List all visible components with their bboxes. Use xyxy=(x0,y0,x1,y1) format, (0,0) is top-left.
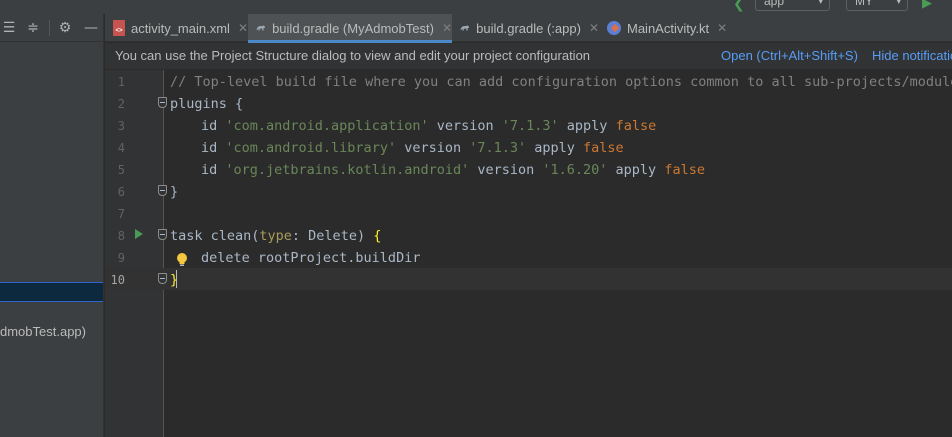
token-apply: apply xyxy=(607,162,665,178)
kotlin-file-icon xyxy=(607,21,621,35)
tree-selected-row[interactable] xyxy=(0,282,103,302)
editor-tabs: <> activity_main.xml ✕ build.gradle (MyA… xyxy=(105,14,952,43)
hide-notification-link[interactable]: Hide notification xyxy=(872,43,952,68)
token-string: 'com.android.library' xyxy=(225,140,397,156)
code-line-5[interactable]: id 'org.jetbrains.kotlin.android' versio… xyxy=(201,159,705,181)
token-string: 'com.android.application' xyxy=(225,118,429,134)
token-id: id xyxy=(201,118,226,134)
toolbar-divider xyxy=(49,20,50,36)
line-number[interactable]: 3 xyxy=(105,115,125,137)
chevron-down-icon: ▾ xyxy=(818,0,823,6)
device-select[interactable]: MY ▾ xyxy=(846,0,908,11)
current-line-highlight xyxy=(105,268,952,290)
token-version: version xyxy=(469,162,543,178)
notification-text: You can use the Project Structure dialog… xyxy=(115,48,591,63)
token-id: id xyxy=(201,162,226,178)
gradle-icon xyxy=(256,25,265,31)
run-task-icon[interactable] xyxy=(135,229,143,239)
device-label: MY xyxy=(855,0,873,8)
collapse-all-icon[interactable]: ≑ xyxy=(24,19,42,37)
tab-activity-main-xml[interactable]: <> activity_main.xml ✕ xyxy=(105,14,248,42)
xml-file-icon: <> xyxy=(113,20,125,36)
project-panel-toolbar: ☰ ≑ ⚙ — xyxy=(0,14,104,42)
run-configuration-label: app xyxy=(764,0,785,8)
token-version: version xyxy=(428,118,502,134)
tab-label: build.gradle (MyAdmobTest) xyxy=(272,20,434,36)
gradle-icon xyxy=(460,25,469,31)
run-icon[interactable]: ▶ xyxy=(922,0,932,11)
token-string: '1.6.20' xyxy=(542,162,608,178)
code-line-2[interactable]: plugins { xyxy=(170,93,243,115)
line-number[interactable]: 7 xyxy=(105,203,125,225)
line-number[interactable]: 8 xyxy=(105,225,125,247)
token-keyword: false xyxy=(664,162,705,178)
tree-item-module[interactable]: dmobTest.app) xyxy=(0,324,86,339)
close-icon[interactable]: ✕ xyxy=(717,21,727,35)
close-icon[interactable]: ✕ xyxy=(238,21,248,35)
open-project-structure-link[interactable]: Open (Ctrl+Alt+Shift+S) xyxy=(721,43,858,68)
tab-build-gradle-app[interactable]: build.gradle (:app) ✕ xyxy=(452,14,599,42)
token-rest: : Delete) xyxy=(291,228,374,244)
expand-all-icon[interactable]: ☰ xyxy=(0,19,18,37)
fold-marker-icon[interactable] xyxy=(158,97,167,108)
project-panel: ☰ ≑ ⚙ — dmobTest.app) xyxy=(0,14,104,437)
close-icon[interactable]: ✕ xyxy=(589,21,599,35)
code-line-1[interactable]: // Top-level build file where you can ad… xyxy=(170,71,952,93)
line-number[interactable]: 1 xyxy=(105,71,125,93)
line-number[interactable]: 9 xyxy=(105,247,125,269)
token-apply: apply xyxy=(526,140,584,156)
close-icon[interactable]: ✕ xyxy=(442,21,452,35)
token-string: '7.1.3' xyxy=(501,118,559,134)
minimize-icon[interactable]: — xyxy=(82,19,100,37)
chevron-down-icon: ▾ xyxy=(896,0,901,6)
tab-label: activity_main.xml xyxy=(130,20,230,36)
token-brace: { xyxy=(373,228,382,244)
line-number[interactable]: 6 xyxy=(105,181,125,203)
token-apply: apply xyxy=(558,118,616,134)
token-param-name: type xyxy=(259,228,292,244)
fold-marker-icon[interactable] xyxy=(158,273,167,284)
gear-icon[interactable]: ⚙ xyxy=(56,19,74,37)
text-caret xyxy=(176,270,177,288)
line-number[interactable]: 4 xyxy=(105,137,125,159)
line-number-current[interactable]: 10 xyxy=(105,269,125,291)
token-id: id xyxy=(201,140,226,156)
line-number[interactable]: 5 xyxy=(105,159,125,181)
token-version: version xyxy=(396,140,470,156)
token-string: 'org.jetbrains.kotlin.android' xyxy=(225,162,470,178)
lightbulb-icon[interactable] xyxy=(176,252,188,268)
run-toolbar: ❮ app ▾ MY ▾ ▶ xyxy=(0,0,952,14)
tab-label: build.gradle (:app) xyxy=(476,20,581,36)
code-line-3[interactable]: id 'com.android.application' version '7.… xyxy=(201,115,656,137)
code-line-6[interactable]: } xyxy=(170,181,178,203)
line-number[interactable]: 2 xyxy=(105,93,125,115)
token-string: '7.1.3' xyxy=(469,140,527,156)
code-line-4[interactable]: id 'com.android.library' version '7.1.3'… xyxy=(201,137,624,159)
token-task: task clean( xyxy=(170,228,260,244)
fold-marker-icon[interactable] xyxy=(158,185,167,196)
token-keyword: false xyxy=(615,118,657,134)
tab-main-activity-kt[interactable]: MainActivity.kt ✕ xyxy=(599,14,739,42)
notification-bar: You can use the Project Structure dialog… xyxy=(105,43,952,69)
code-line-8[interactable]: task clean(type: Delete) { xyxy=(170,225,381,247)
tab-build-gradle-project[interactable]: build.gradle (MyAdmobTest) ✕ xyxy=(248,14,452,43)
tab-label: MainActivity.kt xyxy=(627,20,710,36)
fold-marker-icon[interactable] xyxy=(158,229,167,240)
run-configuration-select[interactable]: app ▾ xyxy=(755,0,830,11)
back-arrow-icon[interactable]: ❮ xyxy=(733,0,745,12)
code-line-9[interactable]: delete rootProject.buildDir xyxy=(201,247,420,269)
token-keyword: false xyxy=(583,140,624,156)
